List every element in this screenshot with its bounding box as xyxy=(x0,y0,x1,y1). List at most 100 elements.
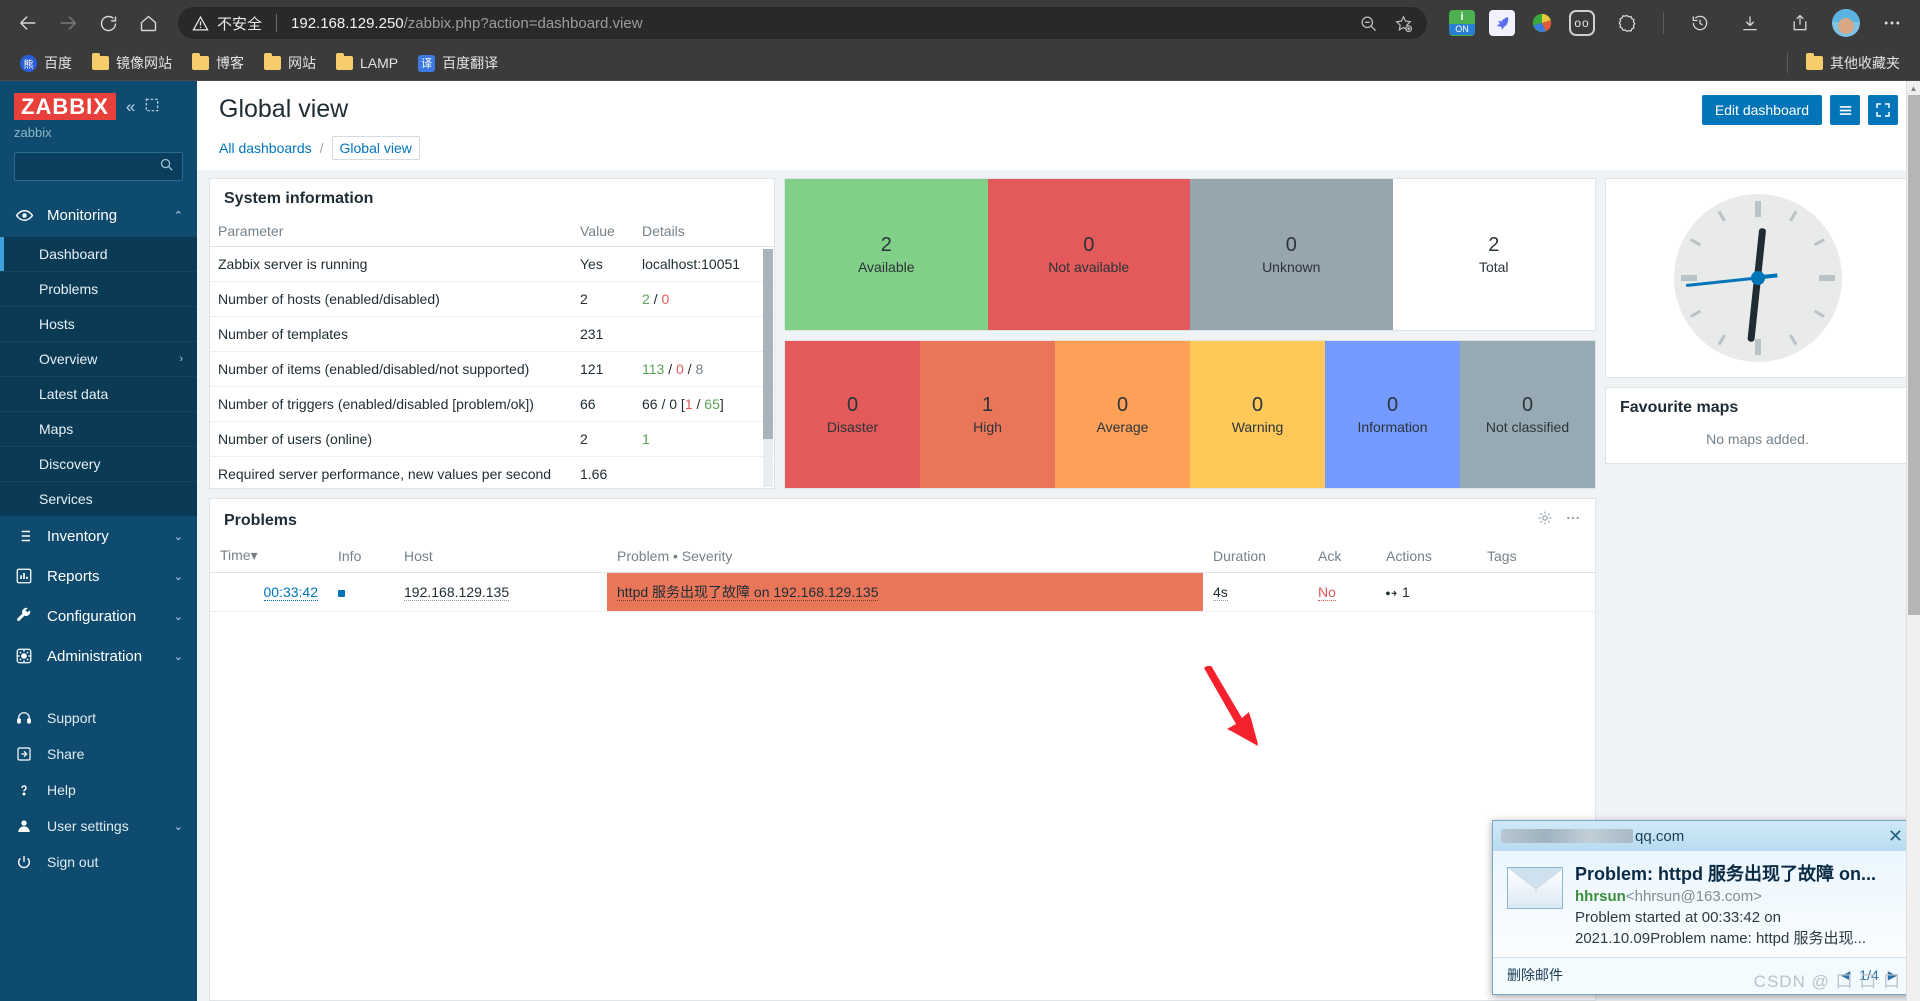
sidebar-item-administration[interactable]: Administration ⌄ xyxy=(0,636,197,676)
sidebar-item-sign-out[interactable]: Sign out xyxy=(0,844,197,880)
sidebar-item-inventory[interactable]: Inventory ⌄ xyxy=(0,516,197,556)
bird-extension-icon[interactable] xyxy=(1489,10,1515,36)
col-actions[interactable]: Actions xyxy=(1376,539,1477,573)
sidebar-item-problems[interactable]: Problems xyxy=(0,271,197,306)
col-ack[interactable]: Ack xyxy=(1308,539,1376,573)
col-duration[interactable]: Duration xyxy=(1203,539,1308,573)
chevron-down-icon[interactable]: ⌄ xyxy=(174,570,183,583)
profile-avatar[interactable] xyxy=(1832,9,1860,37)
search-input[interactable] xyxy=(23,159,159,174)
problem-name[interactable]: httpd 服务出现了故障 on 192.168.129.135 xyxy=(617,584,879,601)
severity-tile-disaster[interactable]: 0 Disaster xyxy=(785,341,920,488)
bookmark-baidu[interactable]: 熊 百度 xyxy=(12,49,80,77)
bookmark-mirror-sites[interactable]: 镜像网站 xyxy=(84,49,180,77)
bookmark-lamp[interactable]: LAMP xyxy=(328,51,406,75)
sidebar-item-hosts[interactable]: Hosts xyxy=(0,306,197,341)
sidebar-item-configuration[interactable]: Configuration ⌄ xyxy=(0,596,197,636)
share-icon[interactable] xyxy=(1782,5,1818,41)
sidebar-item-dashboard[interactable]: Dashboard xyxy=(0,236,197,271)
severity-cell[interactable]: httpd 服务出现了故障 on 192.168.129.135 xyxy=(607,573,1203,611)
sidebar-item-maps[interactable]: Maps xyxy=(0,411,197,446)
address-bar[interactable]: 不安全 192.168.129.250/zabbix.php?action=da… xyxy=(178,7,1427,39)
reload-icon[interactable] xyxy=(90,5,126,41)
bookmark-websites[interactable]: 网站 xyxy=(256,49,324,77)
sidebar-item-discovery[interactable]: Discovery xyxy=(0,446,197,481)
problem-ack[interactable]: No xyxy=(1308,572,1376,612)
mail-subject[interactable]: Problem: httpd 服务出现了故障 on... xyxy=(1575,863,1897,886)
actions-count[interactable]: 1 xyxy=(1386,584,1410,600)
col-time[interactable]: Time▾ xyxy=(210,539,328,573)
hamburger-menu-icon[interactable] xyxy=(1830,95,1860,125)
sidebar-item-overview[interactable]: Overview › xyxy=(0,341,197,376)
breadcrumb-current[interactable]: Global view xyxy=(331,136,420,160)
collections-icon[interactable] xyxy=(1609,5,1645,41)
problem-host-link[interactable]: 192.168.129.135 xyxy=(404,584,510,601)
sidebar-item-support[interactable]: Support xyxy=(0,700,197,736)
chevron-down-icon[interactable]: ⌄ xyxy=(174,610,183,623)
back-arrow-icon[interactable] xyxy=(10,5,46,41)
scroll-up-icon[interactable]: ▲ xyxy=(1907,81,1920,95)
downloads-icon[interactable] xyxy=(1732,5,1768,41)
collapse-icon[interactable]: « xyxy=(126,98,135,115)
fullscreen-icon[interactable] xyxy=(1868,95,1898,125)
noscript-extension-icon[interactable]: i ON xyxy=(1449,10,1475,36)
col-host[interactable]: Host xyxy=(394,539,607,573)
host-tile-available[interactable]: 2 Available xyxy=(785,179,988,330)
severity-tile-information[interactable]: 0 Information xyxy=(1325,341,1460,488)
sidebar-item-reports[interactable]: Reports ⌄ xyxy=(0,556,197,596)
problem-name-cell[interactable]: httpd 服务出现了故障 on 192.168.129.135 xyxy=(607,572,1203,612)
col-info[interactable]: Info xyxy=(328,539,394,573)
sidebar-item-share[interactable]: Share xyxy=(0,736,197,772)
host-tile-unknown[interactable]: 0 Unknown xyxy=(1190,179,1393,330)
sidebar-item-latest-data[interactable]: Latest data xyxy=(0,376,197,411)
next-arrow-icon[interactable]: ▶ xyxy=(1888,968,1897,982)
bookmark-baidu-translate[interactable]: 译 百度翻译 xyxy=(410,49,506,77)
chevron-down-icon[interactable]: ⌄ xyxy=(174,820,183,833)
problem-time-link[interactable]: 00:33:42 xyxy=(263,584,318,601)
chevron-up-icon[interactable]: ⌃ xyxy=(174,209,183,222)
forward-arrow-icon[interactable] xyxy=(50,5,86,41)
sidebar-item-services[interactable]: Services xyxy=(0,481,197,516)
bookmark-other-favourites[interactable]: 其他收藏夹 xyxy=(1798,49,1908,77)
col-problem-severity[interactable]: Problem • Severity xyxy=(607,539,1203,573)
bookmark-blog[interactable]: 博客 xyxy=(184,49,252,77)
add-favourite-icon[interactable] xyxy=(1394,14,1413,33)
prev-arrow-icon[interactable]: ◀ xyxy=(1841,968,1850,982)
sidebar-item-monitoring[interactable]: Monitoring ⌃ xyxy=(0,195,197,236)
delete-mail-button[interactable]: 删除邮件 xyxy=(1507,965,1563,985)
chevron-down-icon[interactable]: ⌄ xyxy=(174,530,183,543)
scrollbar-thumb[interactable] xyxy=(1908,95,1920,615)
more-options-icon[interactable] xyxy=(1565,510,1581,531)
problem-host[interactable]: 192.168.129.135 xyxy=(394,572,607,612)
home-icon[interactable] xyxy=(130,5,166,41)
hide-sidebar-icon[interactable] xyxy=(145,98,159,115)
more-options-icon[interactable] xyxy=(1874,5,1910,41)
scrollbar-thumb[interactable] xyxy=(763,249,773,439)
host-tile-total[interactable]: 2 Total xyxy=(1392,179,1595,330)
close-icon[interactable]: ✕ xyxy=(1888,827,1903,845)
problem-ack-value[interactable]: No xyxy=(1318,584,1336,601)
sidebar-search[interactable] xyxy=(14,152,183,181)
severity-tile-average[interactable]: 0 Average xyxy=(1055,341,1190,488)
problem-time[interactable]: 00:33:42 xyxy=(210,572,328,612)
page-scrollbar[interactable]: ▲ xyxy=(1906,81,1920,1001)
col-tags[interactable]: Tags xyxy=(1477,539,1595,573)
severity-tile-high[interactable]: 1 High xyxy=(920,341,1055,488)
gear-icon[interactable] xyxy=(1537,510,1553,531)
history-icon[interactable] xyxy=(1682,5,1718,41)
edit-dashboard-button[interactable]: Edit dashboard xyxy=(1701,95,1822,125)
zoom-out-icon[interactable] xyxy=(1359,14,1378,33)
search-icon[interactable] xyxy=(159,157,174,177)
zabbix-logo[interactable]: ZABBIX xyxy=(14,93,116,120)
oo-extension-icon[interactable]: oo xyxy=(1569,10,1595,36)
severity-tile-warning[interactable]: 0 Warning xyxy=(1190,341,1325,488)
chevron-down-icon[interactable]: ⌄ xyxy=(174,650,183,663)
sidebar-item-user-settings[interactable]: User settings ⌄ xyxy=(0,808,197,844)
mail-notification-popup[interactable]: qq.com ✕ Problem: httpd 服务出现了故障 on... hh… xyxy=(1492,820,1912,995)
breadcrumb-all-dashboards[interactable]: All dashboards xyxy=(219,140,312,156)
table-row[interactable]: 00:33:42 192.168.129.135 httpd 服务出现了故障 o… xyxy=(210,572,1595,612)
idm-extension-icon[interactable] xyxy=(1529,10,1555,36)
host-tile-not-available[interactable]: 0 Not available xyxy=(987,179,1190,330)
severity-tile-not-classified[interactable]: 0 Not classified xyxy=(1460,341,1595,488)
sidebar-item-help[interactable]: Help xyxy=(0,772,197,808)
